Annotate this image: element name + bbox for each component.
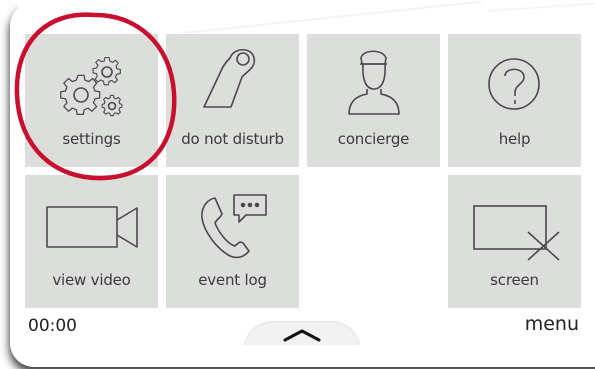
tile-do-not-disturb-label: do not disturb: [181, 130, 284, 148]
touch-screen: settings do not disturb concierge help v…: [18, 0, 595, 345]
video-camera-icon: [25, 175, 158, 275]
question-circle-icon: [448, 34, 581, 134]
tile-screen[interactable]: screen: [448, 175, 581, 308]
screen-off-icon: [448, 175, 581, 275]
app-stage: settings do not disturb concierge help v…: [0, 0, 595, 369]
tile-event-log-label: event log: [198, 271, 267, 289]
tile-screen-label: screen: [490, 271, 539, 289]
gears-icon: [25, 34, 158, 134]
concierge-person-icon: [307, 34, 440, 134]
clock-time: 00:00: [28, 316, 77, 336]
door-hanger-icon: [166, 34, 299, 134]
tile-view-video[interactable]: view video: [25, 175, 158, 308]
pull-up-tab[interactable]: [243, 321, 361, 345]
tile-concierge-label: concierge: [337, 130, 410, 148]
phone-chat-icon: [166, 175, 299, 275]
tile-settings[interactable]: settings: [25, 34, 158, 167]
menu-button[interactable]: menu: [525, 313, 579, 335]
tile-help[interactable]: help: [448, 34, 581, 167]
tile-event-log[interactable]: event log: [166, 175, 299, 308]
tile-help-label: help: [498, 130, 531, 148]
screen-glare: [182, 0, 482, 34]
tile-concierge[interactable]: concierge: [307, 34, 440, 167]
tile-do-not-disturb[interactable]: do not disturb: [166, 34, 299, 167]
tile-settings-label: settings: [62, 130, 121, 148]
tile-view-video-label: view video: [52, 271, 131, 289]
screen-glare: [487, 1, 595, 12]
chevron-up-icon: [283, 329, 321, 342]
